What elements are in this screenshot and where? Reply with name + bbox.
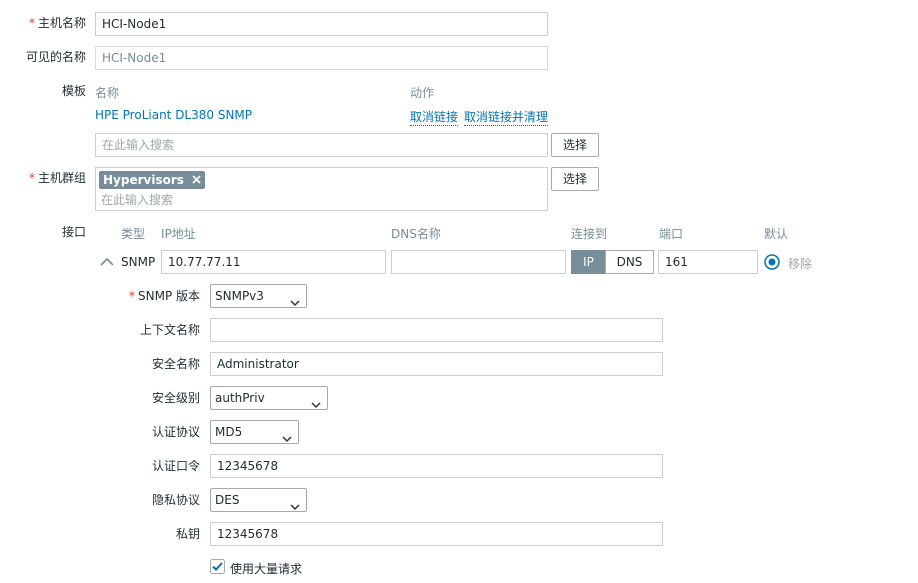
bulk-requests-label: 使用大量请求: [230, 562, 303, 576]
host-name-label: * 主机名称: [0, 11, 86, 35]
host-group-search-input[interactable]: 在此输入搜索: [101, 191, 173, 208]
chevron-down-icon: [290, 496, 300, 518]
interface-port-input[interactable]: 161: [658, 250, 758, 274]
templates-label: 模板: [61, 84, 86, 98]
snmp-version-select[interactable]: SNMPv3: [210, 284, 307, 308]
interface-dns-input[interactable]: [391, 250, 566, 274]
host-group-tag: Hypervisors: [99, 171, 206, 189]
auth-passphrase-input[interactable]: 12345678: [210, 454, 663, 478]
snmp-version-label-text: SNMP 版本: [138, 289, 200, 303]
interfaces-label: 接口: [61, 225, 86, 239]
security-name-input[interactable]: Administrator: [210, 352, 663, 376]
connect-to-dns-button[interactable]: DNS: [605, 250, 654, 274]
priv-key-label: 私钥: [175, 527, 200, 541]
host-group-select-button[interactable]: 选择: [551, 167, 599, 191]
security-name-label: 安全名称: [151, 357, 200, 371]
templates-col-action: 动作: [410, 86, 435, 100]
interfaces-col-default: 默认: [764, 227, 789, 241]
auth-protocol-select[interactable]: MD5: [210, 420, 299, 444]
interfaces-col-connect: 连接到: [571, 227, 608, 241]
snmp-version-value: SNMPv3: [215, 289, 264, 303]
host-groups-label: * 主机群组: [0, 166, 86, 190]
visible-name-label: 可见的名称: [25, 50, 86, 64]
chevron-down-icon: [282, 428, 292, 450]
interface-type: SNMP: [121, 255, 156, 269]
required-marker: *: [28, 171, 35, 185]
interfaces-col-dns: DNS名称: [391, 227, 441, 241]
visible-name-input[interactable]: HCI-Node1: [95, 46, 548, 70]
priv-key-input[interactable]: 12345678: [210, 522, 663, 546]
interface-ip-input[interactable]: 10.77.77.11: [161, 250, 386, 274]
auth-protocol-value: MD5: [215, 425, 243, 439]
template-select-button[interactable]: 选择: [551, 133, 599, 157]
host-groups-label-text: 主机群组: [37, 171, 86, 185]
security-level-select[interactable]: authPriv: [210, 386, 328, 410]
host-name-label-text: 主机名称: [37, 16, 86, 30]
snmp-version-label: * SNMP 版本: [0, 284, 200, 308]
template-link-hpe[interactable]: HPE ProLiant DL380 SNMP: [95, 108, 252, 122]
connect-to-ip-button[interactable]: IP: [571, 250, 606, 274]
interface-remove-link[interactable]: 移除: [788, 255, 812, 272]
context-name-input[interactable]: [210, 318, 663, 342]
chevron-up-icon[interactable]: [100, 256, 114, 270]
security-level-label: 安全级别: [151, 391, 200, 405]
priv-protocol-label: 隐私协议: [151, 493, 200, 507]
chevron-down-icon: [290, 292, 300, 314]
priv-protocol-select[interactable]: DES: [210, 488, 307, 512]
default-radio[interactable]: [764, 254, 780, 273]
template-unlink-clear-link[interactable]: 取消链接并清理: [464, 108, 549, 126]
template-unlink-link[interactable]: 取消链接: [410, 108, 459, 126]
context-name-label: 上下文名称: [139, 323, 200, 337]
security-level-value: authPriv: [215, 391, 265, 405]
templates-col-name: 名称: [95, 86, 120, 100]
interfaces-col-type: 类型: [121, 227, 146, 241]
host-name-input[interactable]: HCI-Node1: [95, 12, 548, 36]
interfaces-col-port: 端口: [659, 227, 684, 241]
template-search-input[interactable]: 在此输入搜索: [95, 133, 548, 157]
auth-passphrase-label: 认证口令: [151, 459, 200, 473]
required-marker: *: [129, 289, 135, 303]
host-group-tag-label: Hypervisors: [103, 173, 184, 187]
chevron-down-icon: [311, 394, 321, 416]
interfaces-col-ip: IP地址: [161, 227, 196, 241]
required-marker: *: [28, 16, 35, 30]
close-icon[interactable]: [192, 173, 201, 187]
bulk-requests-checkbox[interactable]: [210, 559, 225, 577]
priv-protocol-value: DES: [215, 493, 240, 507]
auth-protocol-label: 认证协议: [151, 425, 200, 439]
host-groups-multiselect[interactable]: Hypervisors 在此输入搜索: [95, 167, 548, 211]
